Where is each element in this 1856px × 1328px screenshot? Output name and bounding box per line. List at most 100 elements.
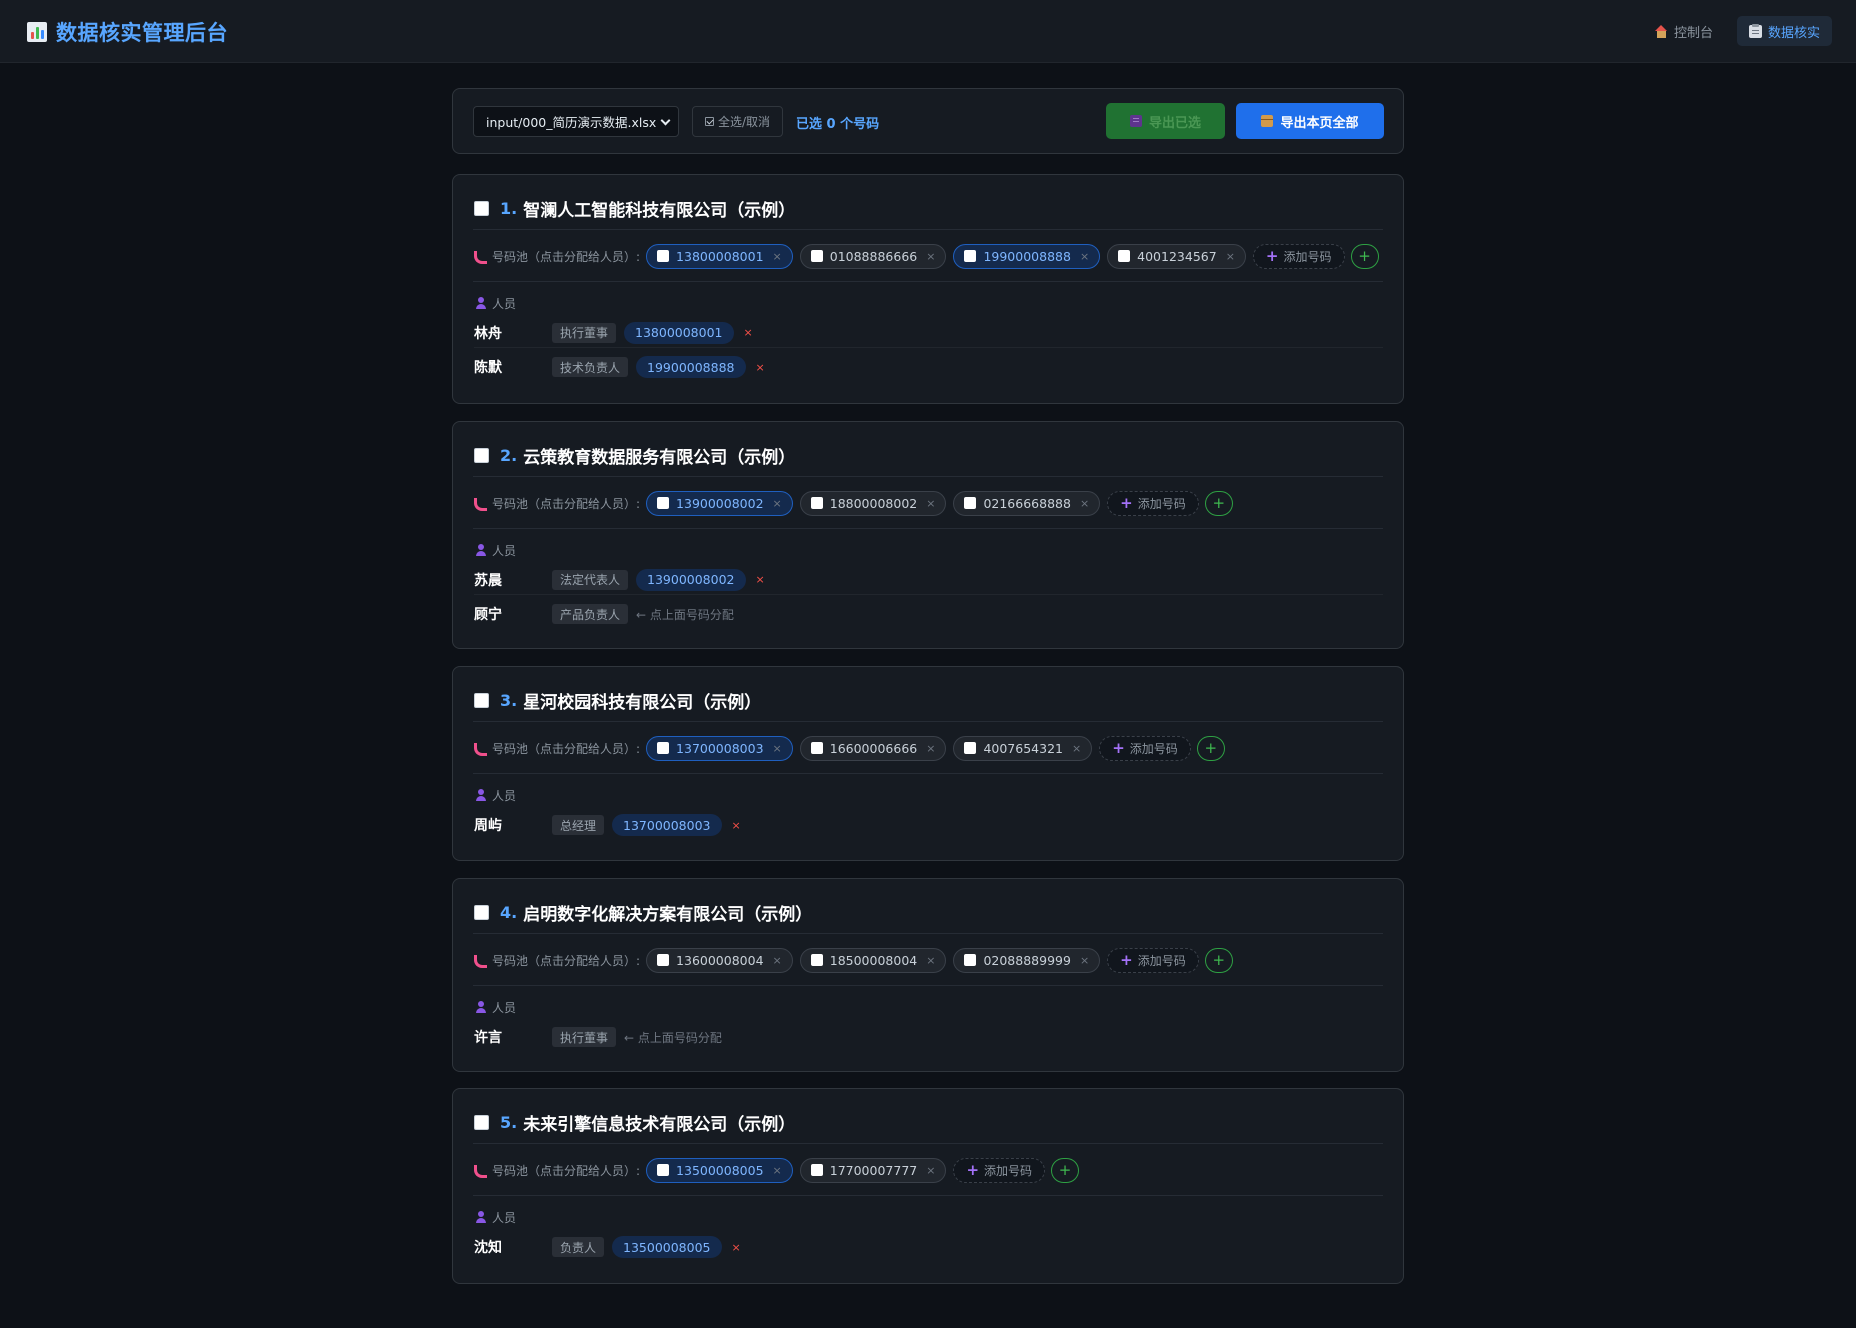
company-card: 1. 智澜人工智能科技有限公司（示例） 号码池（点击分配给人员）: 138000080…: [452, 174, 1404, 404]
phone-chip-checkbox[interactable]: [964, 497, 977, 509]
nav-dashboard[interactable]: 控制台: [1643, 16, 1725, 46]
unassign-phone-button[interactable]: ×: [756, 573, 765, 586]
phone-chip-number: 13800008001: [676, 248, 764, 264]
phone-chip[interactable]: 17700007777 ×: [799, 1157, 947, 1183]
phone-chip-remove[interactable]: ×: [773, 954, 782, 967]
add-phone-input[interactable]: + 添加号码: [1252, 243, 1345, 269]
person-name: 沈知: [474, 1240, 502, 1256]
phone-chip-remove[interactable]: ×: [773, 742, 782, 755]
company-checkbox[interactable]: [474, 200, 489, 216]
phone-chip-remove[interactable]: ×: [1080, 954, 1089, 967]
phone-chip[interactable]: 19900008888 ×: [953, 243, 1101, 269]
phone-chip-remove[interactable]: ×: [926, 250, 935, 263]
phone-chip-remove[interactable]: ×: [773, 497, 782, 510]
phone-chip[interactable]: 13600008004 ×: [646, 947, 793, 973]
phone-chip[interactable]: 4001234567 ×: [1107, 243, 1246, 269]
phone-chip[interactable]: 4007654321 ×: [953, 735, 1093, 761]
add-phone-placeholder: 添加号码: [1129, 741, 1178, 756]
phone-chip-checkbox[interactable]: [810, 250, 823, 262]
export-selected-button[interactable]: 导出已选: [1106, 103, 1225, 139]
add-phone-button[interactable]: +: [1204, 947, 1233, 973]
phone-chip-checkbox[interactable]: [964, 954, 977, 966]
phone-chip-checkbox[interactable]: [964, 250, 977, 262]
phone-chip[interactable]: 01088886666 ×: [799, 243, 947, 269]
divider: [473, 721, 1383, 722]
phone-chip-remove[interactable]: ×: [1226, 250, 1235, 263]
phone-chip-checkbox[interactable]: [657, 250, 670, 262]
phone-chip[interactable]: 02166668888 ×: [953, 490, 1101, 516]
company-checkbox[interactable]: [474, 904, 489, 920]
people-label: 人员: [492, 1000, 517, 1015]
phone-chip-remove[interactable]: ×: [773, 1164, 782, 1177]
phone-chip-checkbox[interactable]: [964, 742, 977, 754]
toggle-all-button[interactable]: 全选/取消: [692, 106, 783, 137]
phone-chip-number: 13500008005: [676, 1162, 764, 1178]
clipboard-icon: [1748, 23, 1762, 38]
phone-chip-remove[interactable]: ×: [926, 497, 935, 510]
export-all-button[interactable]: 导出本页全部: [1236, 103, 1384, 139]
phone-icon: [474, 954, 487, 968]
unassign-phone-button[interactable]: ×: [756, 361, 765, 374]
unassign-phone-button[interactable]: ×: [732, 1241, 741, 1254]
unassign-phone-button[interactable]: ×: [732, 819, 741, 832]
phone-chip-checkbox[interactable]: [810, 497, 823, 509]
phone-chip-remove[interactable]: ×: [1080, 250, 1089, 263]
person-phone: 13500008005: [612, 1236, 722, 1258]
phone-chip-number: 13600008004: [676, 952, 764, 968]
document-icon: [1129, 115, 1142, 127]
phone-chip-remove[interactable]: ×: [773, 250, 782, 263]
phone-chip[interactable]: 02088889999 ×: [953, 947, 1101, 973]
company-card: 4. 启明数字化解决方案有限公司（示例） 号码池（点击分配给人员）: 13600008…: [452, 878, 1404, 1072]
phone-pool-label: 号码池（点击分配给人员）:: [492, 953, 641, 968]
phone-chip-checkbox[interactable]: [657, 742, 670, 754]
divider: [473, 773, 1383, 774]
phone-chip-checkbox[interactable]: [1118, 250, 1131, 262]
phone-chip-checkbox[interactable]: [657, 497, 670, 509]
file-select[interactable]: input/000_简历演示数据.xlsx: [473, 106, 679, 137]
phone-chip[interactable]: 18800008002 ×: [799, 490, 947, 516]
add-phone-button[interactable]: +: [1350, 243, 1379, 269]
phone-chip-remove[interactable]: ×: [1072, 742, 1081, 755]
phone-chip-remove[interactable]: ×: [1080, 497, 1089, 510]
phone-pool: 号码池（点击分配给人员）: 13500008005 × 17700007777 × + 添加…: [474, 1157, 1080, 1183]
company-checkbox[interactable]: [474, 447, 489, 463]
nav-data-verify-label: 数据核实: [1767, 25, 1820, 41]
person-name: 苏晨: [474, 572, 502, 589]
add-phone-input[interactable]: + 添加号码: [953, 1157, 1046, 1183]
nav-data-verify[interactable]: 数据核实: [1736, 16, 1832, 46]
phone-chip[interactable]: 16600006666 ×: [799, 735, 947, 761]
company-checkbox[interactable]: [474, 1114, 489, 1130]
person-role: 产品负责人: [552, 604, 629, 624]
unassign-phone-button[interactable]: ×: [744, 326, 753, 339]
person-name: 陈默: [474, 360, 502, 376]
phone-chip-remove[interactable]: ×: [926, 742, 935, 755]
phone-chip[interactable]: 13900008002 ×: [646, 490, 793, 516]
add-phone-button[interactable]: +: [1196, 735, 1225, 761]
house-icon: [1654, 24, 1668, 38]
phone-chip-checkbox[interactable]: [657, 954, 670, 966]
add-phone-input[interactable]: + 添加号码: [1107, 490, 1199, 516]
company-checkbox[interactable]: [474, 692, 489, 708]
phone-chip-checkbox[interactable]: [810, 954, 823, 966]
phone-chip[interactable]: 13800008001 ×: [646, 243, 793, 269]
phone-chip-checkbox[interactable]: [810, 742, 823, 754]
add-phone-button[interactable]: +: [1051, 1157, 1080, 1183]
add-phone-input[interactable]: + 添加号码: [1107, 947, 1199, 973]
phone-chip-remove[interactable]: ×: [926, 954, 935, 967]
phone-chip[interactable]: 18500008004 ×: [799, 947, 947, 973]
phone-chip-checkbox[interactable]: [657, 1164, 670, 1176]
export-all-label: 导出本页全部: [1280, 115, 1359, 131]
phone-chip-remove[interactable]: ×: [926, 1164, 935, 1177]
phone-chip[interactable]: 13500008005 ×: [646, 1157, 793, 1183]
phone-chip[interactable]: 13700008003 ×: [646, 735, 793, 761]
add-phone-button[interactable]: +: [1204, 490, 1233, 516]
person-role: 法定代表人: [552, 569, 629, 590]
phone-chip-number: 16600006666: [829, 740, 918, 756]
top-nav: 控制台 数据核实: [1631, 16, 1832, 46]
divider: [473, 1195, 1383, 1196]
divider: [473, 933, 1383, 934]
phone-chip-checkbox[interactable]: [810, 1164, 823, 1176]
phone-pool: 号码池（点击分配给人员）: 13800008001 × 01088886666 × 199…: [474, 243, 1379, 269]
add-phone-input[interactable]: + 添加号码: [1099, 735, 1191, 761]
phone-icon: [474, 250, 487, 264]
